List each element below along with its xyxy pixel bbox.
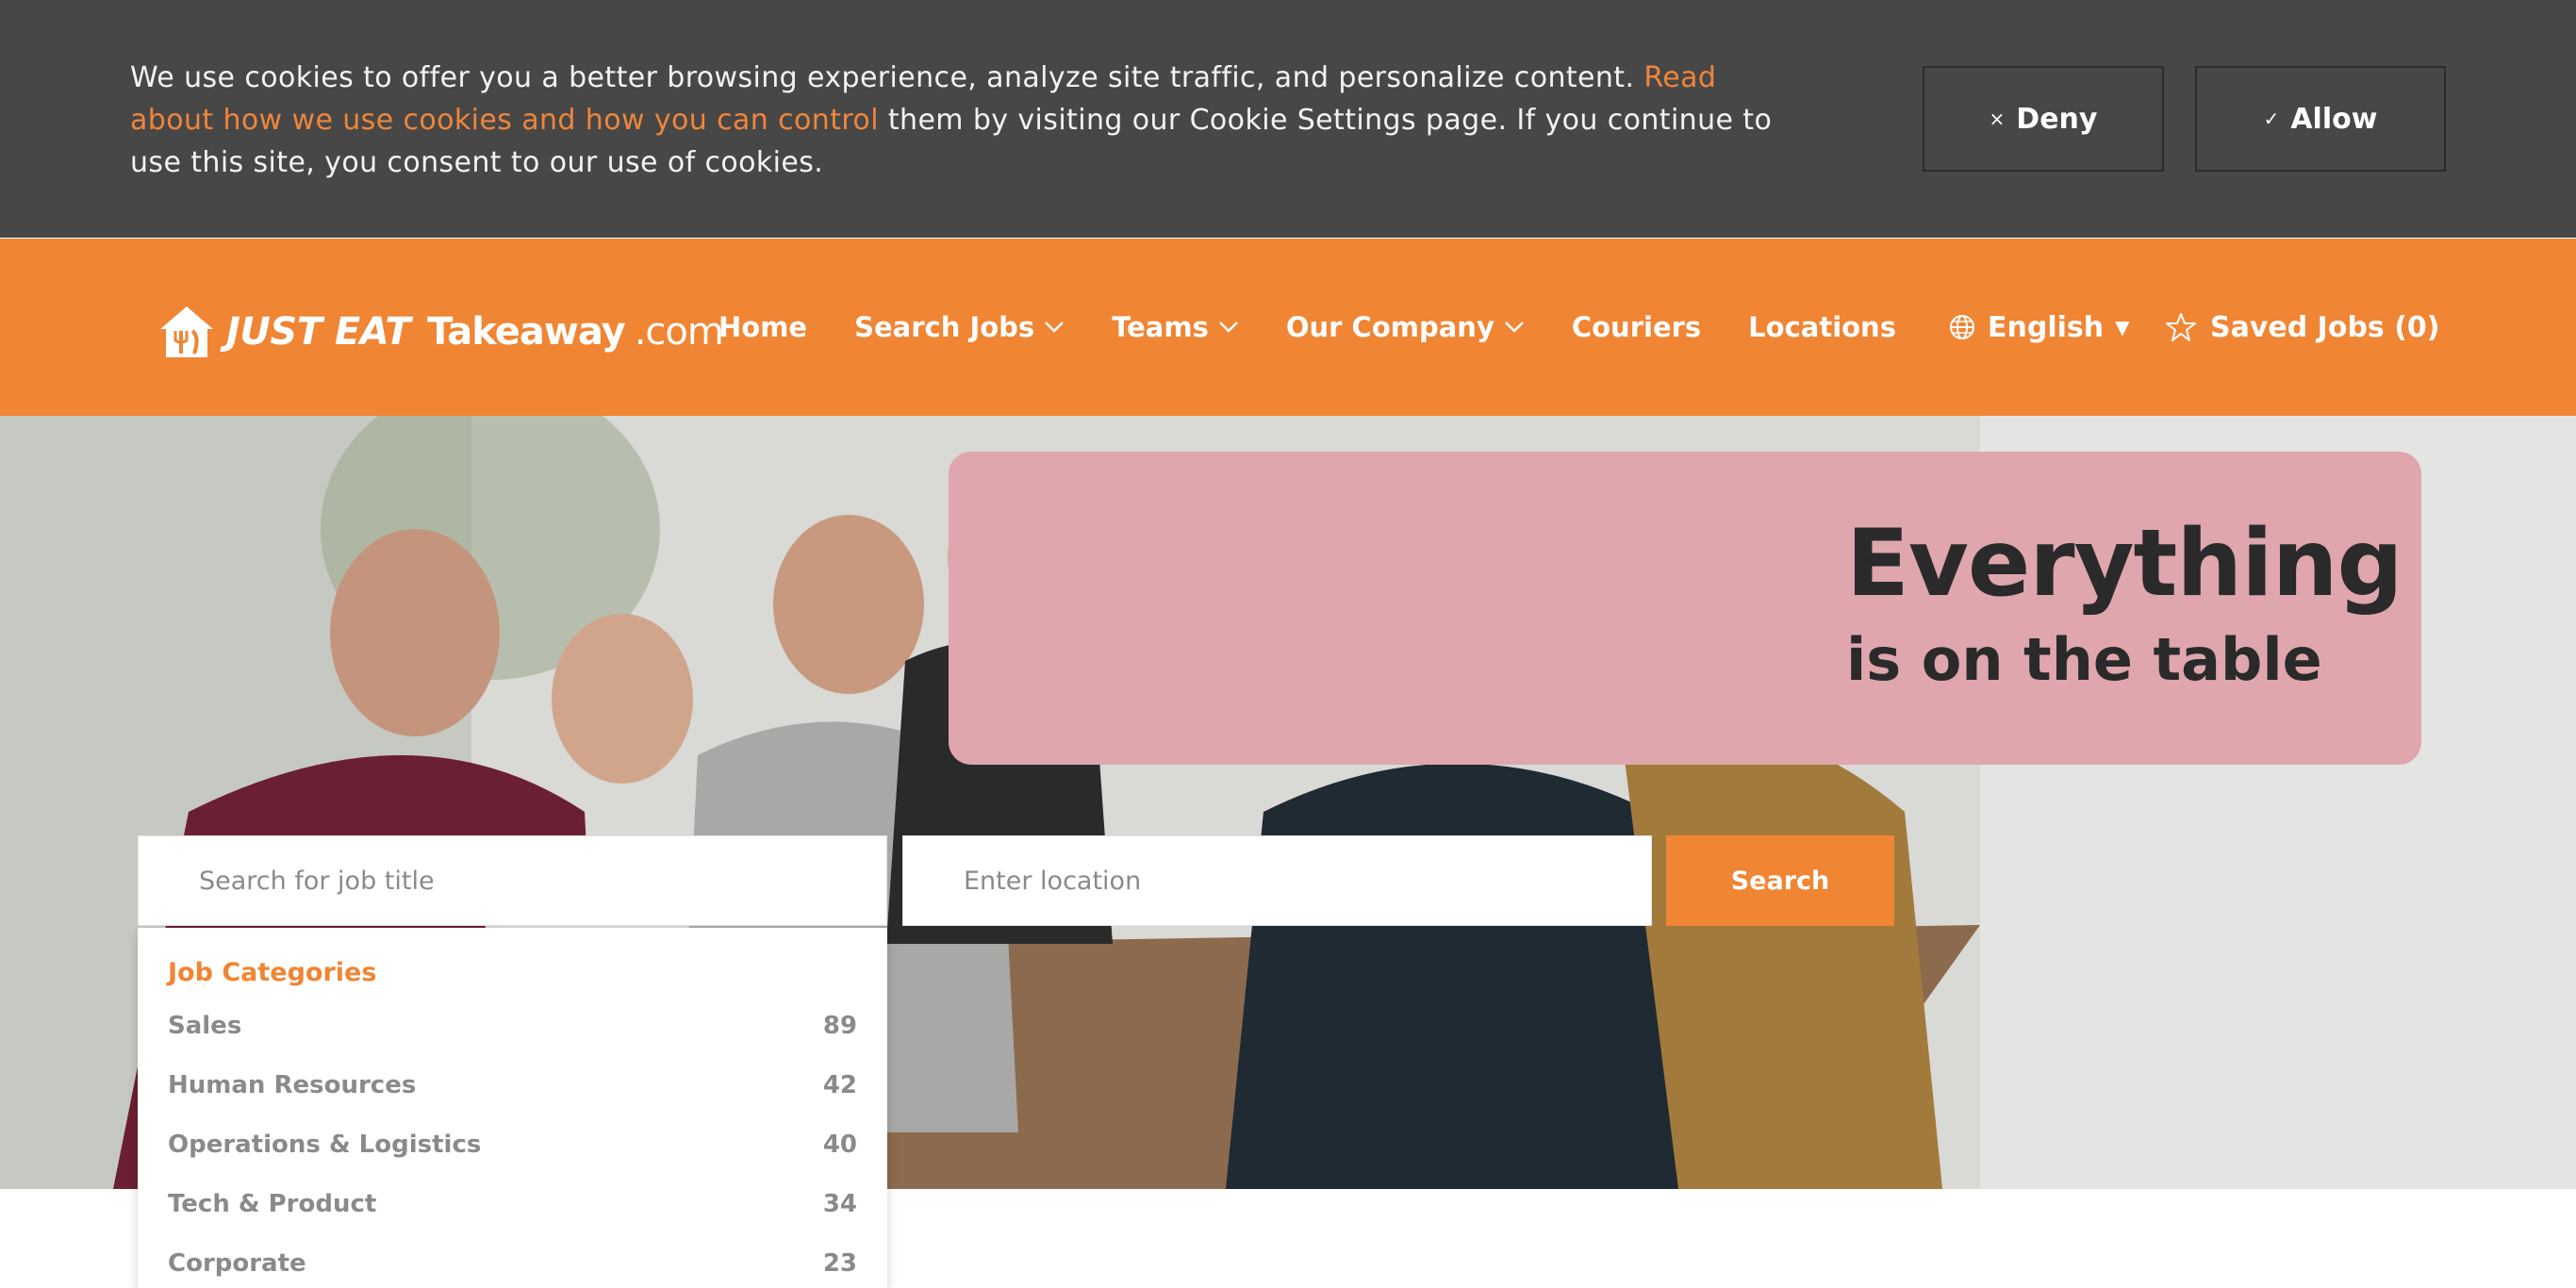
category-count: 42: [822, 1071, 857, 1099]
deny-cookies-button[interactable]: × Deny: [1923, 66, 2164, 172]
category-item-tech-product[interactable]: Tech & Product 34: [168, 1185, 857, 1223]
category-count: 89: [822, 1012, 857, 1040]
category-item-human-resources[interactable]: Human Resources 42: [168, 1066, 857, 1104]
nav-our-company-label: Our Company: [1285, 311, 1494, 343]
chevron-down-icon: [1045, 322, 1065, 333]
nav-teams-label: Teams: [1112, 311, 1209, 343]
chevron-down-icon: [1218, 322, 1238, 333]
checkmark-icon: ✓: [2263, 107, 2280, 130]
category-count: 23: [822, 1249, 857, 1278]
job-categories-dropdown: Job Categories Sales 89 Human Resources …: [138, 928, 887, 1288]
allow-label: Allow: [2290, 102, 2378, 136]
nav-couriers-label: Couriers: [1571, 311, 1702, 343]
cookie-text-start: We use cookies to offer you a better bro…: [130, 61, 1644, 94]
nav-home-label: Home: [718, 311, 808, 343]
nav-home[interactable]: Home: [718, 311, 807, 343]
nav-teams[interactable]: Teams: [1112, 311, 1239, 343]
cookie-message: We use cookies to offer you a better bro…: [130, 57, 1790, 184]
category-name: Sales: [168, 1012, 242, 1040]
category-name: Operations & Logistics: [168, 1131, 482, 1159]
saved-jobs-link[interactable]: Saved Jobs (0): [2165, 239, 2440, 416]
category-item-sales[interactable]: Sales 89: [168, 1007, 857, 1045]
category-name: Corporate: [168, 1249, 306, 1278]
hero-slogan-line2: is on the table: [1846, 625, 2322, 694]
logo-takeaway: Takeaway: [427, 310, 626, 354]
job-categories-title: Job Categories: [168, 958, 377, 987]
cookie-banner: We use cookies to offer you a better bro…: [0, 0, 2576, 238]
deny-label: Deny: [2016, 102, 2098, 136]
close-icon: ×: [1989, 107, 2006, 130]
nav-our-company[interactable]: Our Company: [1286, 311, 1525, 343]
globe-icon: [1950, 315, 1974, 339]
category-count: 34: [822, 1190, 857, 1218]
language-selector[interactable]: English ▼: [1948, 239, 2130, 416]
search-button[interactable]: Search: [1666, 835, 1894, 926]
search-button-label: Search: [1730, 866, 1830, 896]
language-label: English: [1988, 310, 2105, 344]
star-icon: [2166, 313, 2196, 341]
nav-locations-label: Locations: [1748, 311, 1896, 343]
caret-down-icon: ▼: [2115, 316, 2130, 339]
site-header: JUST EAT Takeaway .com Home Search Jobs T…: [0, 239, 2576, 416]
category-count: 40: [822, 1131, 857, 1159]
logo-com: .com: [634, 310, 724, 354]
chevron-down-icon: [1504, 322, 1524, 333]
hero-slogan-line1: Everything: [1846, 510, 2403, 618]
nav-locations[interactable]: Locations: [1748, 311, 1896, 343]
brand-logo[interactable]: JUST EAT Takeaway .com: [157, 303, 724, 361]
category-item-corporate[interactable]: Corporate 23: [168, 1245, 857, 1282]
allow-cookies-button[interactable]: ✓ Allow: [2195, 66, 2446, 172]
category-item-operations-logistics[interactable]: Operations & Logistics 40: [168, 1126, 857, 1164]
nav-search-jobs-label: Search Jobs: [854, 311, 1035, 343]
main-nav: Home Search Jobs Teams Our Company Couri…: [718, 239, 1943, 416]
location-placeholder: Enter location: [964, 866, 1142, 896]
job-title-placeholder: Search for job title: [199, 866, 435, 896]
logo-just-eat: JUST EAT: [226, 310, 411, 354]
category-name: Human Resources: [168, 1071, 417, 1099]
nav-search-jobs[interactable]: Search Jobs: [854, 311, 1065, 343]
category-name: Tech & Product: [168, 1190, 377, 1218]
nav-couriers[interactable]: Couriers: [1572, 311, 1701, 343]
house-logo-icon: [160, 306, 213, 357]
saved-jobs-label: Saved Jobs (0): [2210, 310, 2440, 344]
job-title-search-input[interactable]: Search for job title: [138, 835, 887, 926]
location-search-input[interactable]: Enter location: [902, 835, 1652, 926]
